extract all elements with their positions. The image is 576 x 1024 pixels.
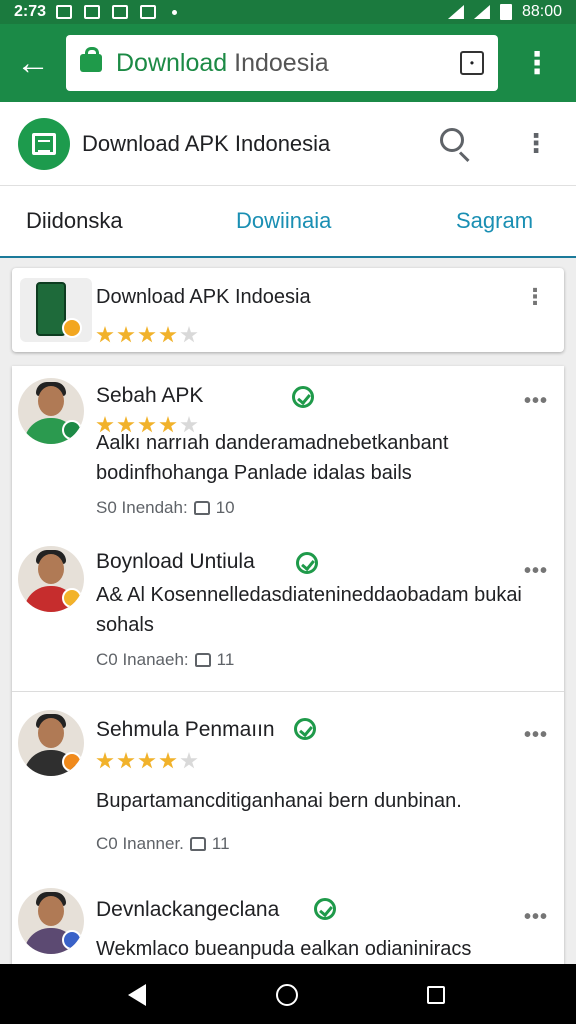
notification-icon — [140, 5, 157, 19]
review-meta-text: C0 Inanaeh: — [96, 650, 189, 669]
nav-recents-icon[interactable] — [427, 986, 445, 1004]
notification-icon — [56, 5, 73, 19]
star-icon — [138, 326, 156, 343]
document-icon — [32, 132, 56, 155]
app-logo — [18, 117, 70, 170]
status-bar: 2:73 88:00 — [0, 0, 576, 24]
like-icon[interactable] — [193, 501, 210, 515]
notification-dot-icon — [172, 9, 178, 15]
star-empty-icon — [180, 326, 198, 343]
tab-2[interactable]: Dowiinaia — [236, 208, 331, 234]
review-meta: C0 Inanner. 11 — [96, 834, 230, 854]
reviewer-name[interactable]: Devnlackangeclana — [96, 898, 279, 922]
nav-home-icon[interactable] — [276, 984, 298, 1006]
url-text: Download Indoesia — [116, 49, 329, 78]
signal-icon — [447, 5, 464, 19]
review-text: A& Al Kosennelledasdiatenineddaobadam bu… — [96, 584, 522, 636]
app-icon — [20, 278, 92, 342]
star-icon — [96, 752, 114, 769]
like-count: 11 — [211, 834, 230, 853]
more-icon[interactable]: ••• — [524, 390, 548, 413]
review-text: Aalkı narrıah dandeɾamadnebetkanbant bod… — [96, 432, 449, 484]
list-item: Sebah APK ••• Aalkı narrıah dandeɾamadne… — [12, 366, 564, 536]
star-empty-icon — [180, 752, 198, 769]
verified-icon — [294, 718, 316, 740]
star-icon — [117, 326, 135, 343]
tab-1[interactable]: Diidonska — [26, 208, 123, 234]
avatar[interactable] — [18, 546, 84, 612]
review-list: Sebah APK ••• Aalkı narrıah dandeɾamadne… — [12, 366, 564, 964]
app-header: Download APK Indonesia ⋮ — [0, 102, 576, 186]
content-area: Download APK Indoesia ⋮ Sebah APK ••• Aa… — [0, 258, 576, 964]
wifi-icon — [473, 5, 490, 19]
reviewer-name[interactable]: Sebah APK — [96, 384, 203, 408]
verified-icon — [296, 552, 318, 574]
tab-3[interactable]: Sagram — [456, 208, 533, 234]
app-rating-stars — [96, 326, 198, 344]
browser-toolbar: ← Download Indoesia • ⋮ — [0, 24, 576, 102]
nav-back-icon[interactable] — [128, 984, 146, 1006]
status-clock: 88:00 — [521, 3, 562, 20]
review-meta: C0 Inanaeh: 11 — [96, 650, 234, 670]
review-text: Wekmlaco bueanpuda ealkan odianiniracs — [96, 938, 472, 960]
search-icon[interactable] — [436, 124, 476, 164]
reviewer-name[interactable]: Boynload Untiula — [96, 550, 255, 574]
list-item: Boynload Untiula ••• A& Al Kosennelledas… — [12, 536, 564, 692]
navigation-bar — [0, 964, 576, 1024]
review-meta-text: C0 Inanner. — [96, 834, 184, 853]
address-bar[interactable]: Download Indoesia • — [66, 35, 498, 91]
back-arrow-icon[interactable]: ← — [0, 24, 66, 102]
like-icon[interactable] — [189, 837, 206, 851]
verified-icon — [314, 898, 336, 920]
list-item: Devnlackangeclana ••• Wekmlaco bueanpuda… — [12, 868, 564, 964]
notification-icon — [84, 5, 101, 19]
lock-icon — [80, 47, 102, 72]
review-text: Bupartamancditiganhanai bern dunbinan. — [96, 790, 462, 812]
list-item: Sehmula Penmaıın ••• Bupartamancditiganh… — [12, 692, 564, 868]
overflow-menu-icon[interactable]: ⋮ — [498, 24, 576, 102]
tab-bar: Diidonska Dowiinaia Sagram — [0, 186, 576, 258]
avatar[interactable] — [18, 378, 84, 444]
app-card[interactable]: Download APK Indoesia ⋮ — [12, 268, 564, 352]
status-time: 2:73 — [14, 3, 47, 20]
review-meta-text: S0 Inendah: — [96, 498, 188, 517]
reviewer-name[interactable]: Sehmula Penmaıın — [96, 718, 275, 742]
url-host: Download — [116, 48, 228, 77]
overflow-menu-icon[interactable]: ⋮ — [524, 286, 546, 308]
url-path: Indoesia — [227, 48, 329, 77]
like-icon[interactable] — [194, 653, 211, 667]
star-icon — [138, 752, 156, 769]
like-count: 11 — [216, 650, 235, 669]
battery-icon — [499, 4, 512, 20]
review-rating-stars — [96, 752, 198, 770]
notification-icon — [112, 5, 129, 19]
like-count: 10 — [215, 498, 235, 517]
avatar[interactable] — [18, 710, 84, 776]
review-meta: S0 Inendah: 10 — [96, 498, 235, 518]
avatar[interactable] — [18, 888, 84, 954]
more-icon[interactable]: ••• — [524, 906, 548, 929]
overflow-menu-icon[interactable]: ⋮ — [516, 128, 556, 159]
verified-icon — [292, 386, 314, 408]
app-card-name: Download APK Indoesia — [96, 286, 311, 308]
star-icon — [117, 752, 135, 769]
more-icon[interactable]: ••• — [524, 724, 548, 747]
app-title: Download APK Indonesia — [82, 130, 331, 156]
star-icon — [159, 326, 177, 343]
star-icon — [159, 752, 177, 769]
tab-switcher-icon[interactable]: • — [460, 51, 484, 75]
star-icon — [96, 326, 114, 343]
